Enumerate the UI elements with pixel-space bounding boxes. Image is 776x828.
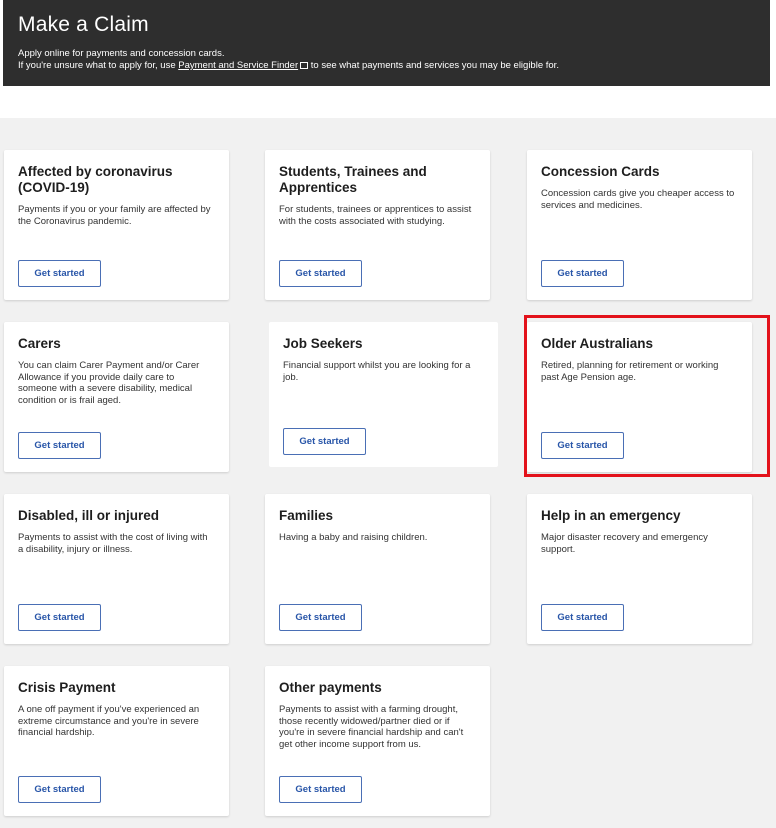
card-description: A one off payment if you've experienced … <box>18 704 200 738</box>
card-title: Help in an emergency <box>541 508 681 523</box>
get-started-button-other-payments[interactable]: Get started <box>279 776 362 803</box>
card-help-emergency: Help in an emergency Major disaster reco… <box>527 494 752 644</box>
card-title: Crisis Payment <box>18 680 116 695</box>
card-title: Job Seekers <box>283 336 363 351</box>
get-started-button-disabled[interactable]: Get started <box>18 604 101 631</box>
get-started-button-emergency[interactable]: Get started <box>541 604 624 631</box>
card-job-seekers: Job Seekers Financial support whilst you… <box>269 322 498 467</box>
card-description: You can claim Carer Payment and/or Carer… <box>18 360 200 406</box>
get-started-button-job-seekers[interactable]: Get started <box>283 428 366 455</box>
get-started-button-concession[interactable]: Get started <box>541 260 624 287</box>
header-line-1: Apply online for payments and concession… <box>18 48 225 59</box>
header-line-2-suffix: to see what payments and services you ma… <box>308 60 559 71</box>
card-title: Concession Cards <box>541 164 660 179</box>
card-title: Disabled, ill or injured <box>18 508 160 523</box>
get-started-button-covid[interactable]: Get started <box>18 260 101 287</box>
card-description: Major disaster recovery and emergency su… <box>541 532 708 555</box>
card-title: Students, Trainees and Apprentices <box>279 164 427 195</box>
card-description: Financial support whilst you are looking… <box>283 360 471 383</box>
header-finder-text: If you're unsure what to apply for, use … <box>18 60 755 72</box>
payment-service-finder-link[interactable]: Payment and Service Finder <box>178 60 298 71</box>
card-students: Students, Trainees and Apprentices For s… <box>265 150 490 300</box>
get-started-button-carers[interactable]: Get started <box>18 432 101 459</box>
card-description: Payments to assist with the cost of livi… <box>18 532 208 555</box>
header-intro: Apply online for payments and concession… <box>18 48 755 60</box>
card-title: Families <box>279 508 334 523</box>
card-concession-cards: Concession Cards Concession cards give y… <box>527 150 752 300</box>
get-started-button-families[interactable]: Get started <box>279 604 362 631</box>
card-crisis-payment: Crisis Payment A one off payment if you'… <box>4 666 229 816</box>
card-description: Concession cards give you cheaper access… <box>541 188 735 211</box>
card-families: Families Having a baby and raising child… <box>265 494 490 644</box>
card-title: Other payments <box>279 680 382 695</box>
page-header: Make a Claim Apply online for payments a… <box>3 0 770 86</box>
get-started-button-older-australians[interactable]: Get started <box>541 432 624 459</box>
get-started-button-students[interactable]: Get started <box>279 260 362 287</box>
card-description: Retired, planning for retirement or work… <box>541 360 719 383</box>
card-covid: Affected by coronavirus (COVID-19) Payme… <box>4 150 229 300</box>
card-description: Payments to assist with a farming drough… <box>279 704 464 750</box>
card-title: Older Australians <box>541 336 654 351</box>
card-disabled-ill-injured: Disabled, ill or injured Payments to ass… <box>4 494 229 644</box>
header-line-2-prefix: If you're unsure what to apply for, use <box>18 60 179 71</box>
card-description: Payments if you or your family are affec… <box>18 204 211 227</box>
card-title: Carers <box>18 336 61 351</box>
page-title: Make a Claim <box>18 13 149 36</box>
card-other-payments: Other payments Payments to assist with a… <box>265 666 490 816</box>
card-title: Affected by coronavirus (COVID-19) <box>18 164 173 195</box>
get-started-button-crisis[interactable]: Get started <box>18 776 101 803</box>
card-older-australians: Older Australians Retired, planning for … <box>527 322 752 472</box>
card-description: Having a baby and raising children. <box>279 532 428 543</box>
card-carers: Carers You can claim Carer Payment and/o… <box>4 322 229 472</box>
card-description: For students, trainees or apprentices to… <box>279 204 472 227</box>
external-link-icon <box>300 62 309 69</box>
